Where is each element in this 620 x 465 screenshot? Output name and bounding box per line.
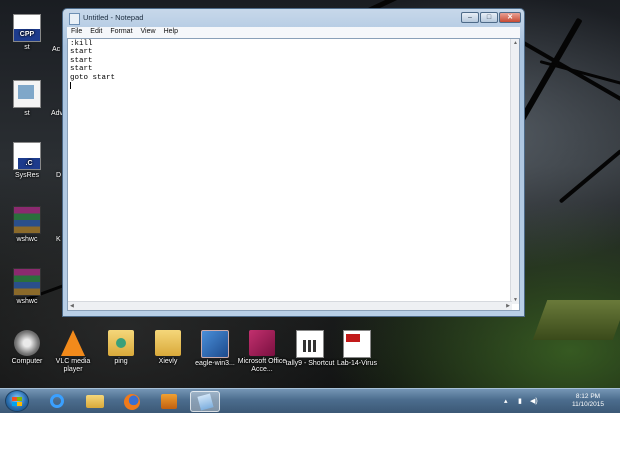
system-tray: ▴ ▮ ◀) 8:12 PM 11/10/2015 xyxy=(504,389,614,413)
menu-help[interactable]: Help xyxy=(160,27,182,35)
access-key-icon xyxy=(249,330,275,356)
vertical-scrollbar[interactable]: ▲ ▼ xyxy=(510,39,519,304)
desktop-icon-label: Xievly xyxy=(158,358,178,365)
desktop-icon-wshwc-2[interactable]: wshwc xyxy=(2,268,52,306)
desktop-icon-label: VLC media player xyxy=(55,358,91,373)
desktop-icon-xievly[interactable]: Xievly xyxy=(143,330,193,366)
minimize-button[interactable]: – xyxy=(461,12,479,23)
title-bar[interactable]: Untitled - Notepad – □ ✕ xyxy=(63,9,524,27)
media-player-icon xyxy=(161,394,177,409)
maximize-button[interactable]: □ xyxy=(480,12,498,23)
desktop-icon-label: Lab-14-Virus xyxy=(337,360,377,367)
horizontal-scrollbar[interactable]: ◀ ▶ xyxy=(68,301,512,310)
menu-view[interactable]: View xyxy=(137,27,160,35)
scroll-right-icon[interactable]: ▶ xyxy=(506,303,510,309)
computer-icon xyxy=(14,330,40,356)
folder-icon xyxy=(155,330,181,356)
desktop-icon-eagle[interactable]: eagle-win3... xyxy=(190,330,240,368)
wallpaper-house xyxy=(532,300,620,340)
vlc-cone-icon xyxy=(61,330,85,356)
network-icon[interactable]: ▮ xyxy=(518,397,522,405)
scroll-left-icon[interactable]: ◀ xyxy=(70,303,74,309)
taskbar-firefox[interactable] xyxy=(117,391,147,412)
taskbar-ie[interactable] xyxy=(42,391,72,412)
menu-file[interactable]: File xyxy=(67,27,86,35)
c-file-icon: .C xyxy=(13,142,41,170)
cpp-file-icon: CPP xyxy=(13,14,41,42)
menu-format[interactable]: Format xyxy=(106,27,136,35)
text-caret xyxy=(70,82,71,89)
desktop-icon-computer[interactable]: Computer xyxy=(2,330,52,366)
notepad-window: Untitled - Notepad – □ ✕ File Edit Format V… xyxy=(62,8,525,317)
volume-icon[interactable]: ◀) xyxy=(530,397,538,405)
wallpaper-branch xyxy=(558,149,620,204)
desktop-icon-lab14[interactable]: Lab-14-Virus xyxy=(332,330,382,368)
winrar-archive-icon xyxy=(13,268,41,296)
menu-bar: File Edit Format View Help xyxy=(67,27,520,38)
calculator-icon xyxy=(296,330,324,358)
notepad-icon xyxy=(197,393,214,411)
desktop-icon-label: SysRes xyxy=(14,172,40,179)
internet-explorer-icon xyxy=(50,394,64,408)
close-button[interactable]: ✕ xyxy=(499,12,521,23)
text-editor[interactable]: :kill start start start goto start ▲ ▼ ◀… xyxy=(67,38,520,311)
taskbar-notepad[interactable] xyxy=(190,391,220,412)
firefox-icon xyxy=(124,394,140,410)
hidden-icon-label: D xyxy=(56,172,62,179)
clock-time: 8:12 PM xyxy=(575,393,601,400)
hidden-icon-label: Ac xyxy=(52,46,61,53)
editor-content[interactable]: :kill start start start goto start xyxy=(70,40,115,82)
folder-icon xyxy=(86,395,104,408)
taskbar-explorer[interactable] xyxy=(80,391,110,412)
notepad-icon xyxy=(69,13,80,25)
winrar-archive-icon xyxy=(13,206,41,234)
window-title: Untitled - Notepad xyxy=(83,13,144,22)
desktop-icon-tally[interactable]: tally9 - Shortcut xyxy=(285,330,335,368)
menu-edit[interactable]: Edit xyxy=(86,27,106,35)
desktop-icon-label: tally9 - Shortcut xyxy=(285,360,335,367)
desktop-icon-cpp[interactable]: CPP st xyxy=(2,14,52,52)
hidden-icon-label: K xyxy=(56,236,61,243)
taskbar-media-player[interactable] xyxy=(154,391,184,412)
clock-date: 11/10/2015 xyxy=(571,401,605,408)
desktop-icon-label: ping xyxy=(114,358,128,365)
desktop-icon-vlc[interactable]: VLC media player xyxy=(48,330,98,374)
desktop-icon-sysres[interactable]: .C SysRes xyxy=(2,142,52,180)
clock[interactable]: 8:12 PM 11/10/2015 xyxy=(566,393,610,409)
pdf-icon xyxy=(343,330,371,358)
desktop-icon-label: Microsoft Office Acce... xyxy=(237,358,287,373)
desktop-icon-ping[interactable]: ping xyxy=(96,330,146,366)
desktop-icon-st[interactable]: st xyxy=(2,80,52,118)
desktop-icon-label: wshwc xyxy=(16,298,38,305)
desktop-icon-label: wshwc xyxy=(16,236,38,243)
scroll-up-icon[interactable]: ▲ xyxy=(513,40,518,46)
show-hidden-icons-icon[interactable]: ▴ xyxy=(504,397,508,405)
document-icon xyxy=(13,80,41,108)
folder-icon xyxy=(108,330,134,356)
desktop-icon-label: st xyxy=(24,110,30,117)
desktop-icon-label: st xyxy=(24,44,30,51)
taskbar: ▴ ▮ ◀) 8:12 PM 11/10/2015 xyxy=(0,388,620,413)
desktop-icon-label: Computer xyxy=(11,358,43,365)
desktop-icon-msaccess[interactable]: Microsoft Office Acce... xyxy=(237,330,287,374)
installer-icon xyxy=(201,330,229,358)
scroll-down-icon[interactable]: ▼ xyxy=(513,297,518,303)
desktop: CPP st st .C SysRes wshwc wshwc Ac Adv D… xyxy=(0,0,620,413)
windows-logo-icon xyxy=(12,397,22,406)
desktop-icon-wshwc[interactable]: wshwc xyxy=(2,206,52,244)
start-button[interactable] xyxy=(5,390,29,412)
desktop-icon-label: eagle-win3... xyxy=(195,360,235,367)
